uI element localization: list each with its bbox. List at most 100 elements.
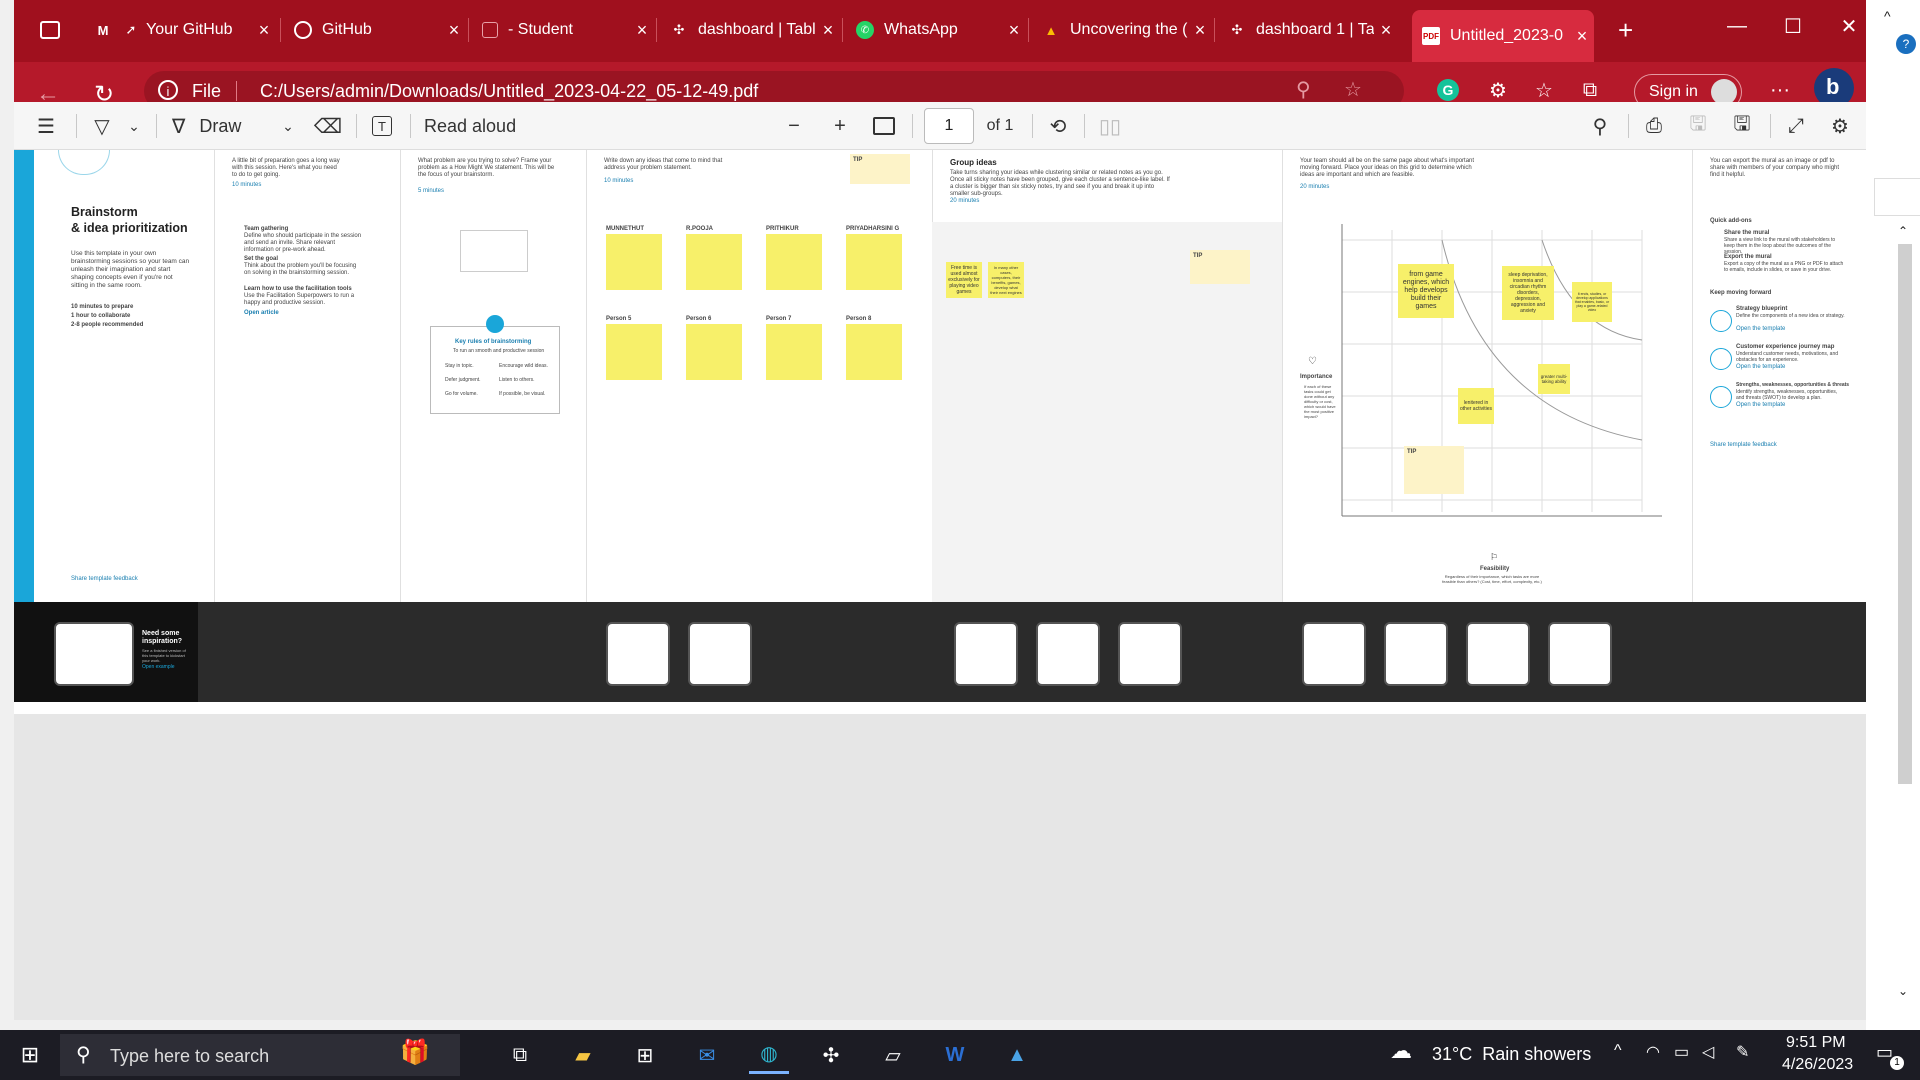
highlight-button[interactable]: ▽ — [84, 108, 120, 144]
example-thumbnail[interactable] — [54, 622, 134, 686]
word-icon: W — [945, 1043, 965, 1066]
feedback-link[interactable]: Share template feedback — [1710, 442, 1777, 449]
sticky-note: lenitered in other activities — [1458, 388, 1494, 424]
find-button[interactable]: ⚲ — [1582, 108, 1618, 144]
scroll-up-icon[interactable]: ⌃ — [1898, 224, 1912, 238]
next-title: Strengths, weaknesses, opportunities & t… — [1736, 382, 1850, 388]
erase-button[interactable]: ⌫ — [310, 108, 346, 144]
info-icon[interactable]: i — [158, 80, 178, 100]
clock-time[interactable]: 9:51 PM — [1786, 1034, 1846, 1052]
page-total-label: of 1 — [986, 117, 1014, 134]
open-article-link[interactable]: Open article — [244, 310, 279, 317]
zoom-out-button[interactable]: − — [776, 108, 812, 144]
inspiration-text: See a finished version of this template … — [142, 648, 186, 663]
gmail-icon: M — [97, 22, 109, 38]
search-box[interactable]: ⚲ Type here to search 🎁 — [60, 1034, 460, 1076]
wifi-icon[interactable]: ◠ — [1646, 1042, 1660, 1062]
page-number-input[interactable]: 1 — [924, 108, 974, 144]
url-text[interactable]: C:/Users/admin/Downloads/Untitled_2023-0… — [260, 81, 758, 102]
open-template-link[interactable]: Open the template — [1736, 364, 1785, 371]
tab-whatsapp[interactable]: ✆ WhatsApp × — [846, 8, 1026, 52]
sticky-group — [606, 324, 662, 380]
scroll-down-icon[interactable]: ⌄ — [1898, 984, 1912, 998]
maximize-button[interactable]: ☐ — [1770, 10, 1816, 42]
step-text: Define who should participate in the ses… — [244, 233, 362, 253]
two-page-icon: ▯▯ — [1098, 115, 1121, 138]
tab-untitled-pdf[interactable]: PDF Untitled_2023-0 × — [1412, 10, 1594, 62]
clock-date[interactable]: 4/26/2023 — [1782, 1056, 1853, 1074]
sticky-note: It ends, studies, or develop application… — [1572, 282, 1612, 322]
new-tab-button[interactable]: + — [1610, 8, 1650, 52]
close-tab-icon[interactable]: × — [252, 20, 276, 41]
close-tab-icon[interactable]: × — [630, 20, 654, 41]
rule-item: Stay in topic. — [445, 363, 474, 369]
photos-button[interactable]: ▲ — [997, 1036, 1037, 1074]
tab-github[interactable]: GitHub × — [284, 8, 466, 52]
search-icon: ⚲ — [1592, 115, 1608, 138]
tab-uncovering[interactable]: ▲ Uncovering the ( × — [1032, 8, 1212, 52]
tab-label: GitHub — [322, 21, 372, 38]
minimize-button[interactable]: — — [1714, 10, 1760, 42]
volume-icon[interactable]: ◁ — [1702, 1042, 1714, 1062]
tab-student[interactable]: - Student × — [472, 8, 654, 52]
help-icon[interactable]: ? — [1896, 34, 1916, 54]
file-explorer-button[interactable]: ▰ — [563, 1036, 603, 1074]
tip-label: TIP — [1407, 449, 1417, 455]
draw-dropdown[interactable]: ⌄ — [276, 108, 300, 144]
define-problem-column: What problem are you trying to solve? Fr… — [400, 150, 587, 602]
tab-actions-button[interactable] — [28, 8, 72, 52]
feedback-link[interactable]: Share template feedback — [71, 576, 138, 583]
slack-icon: ✣ — [822, 1044, 840, 1067]
settings-button[interactable]: ⚙ — [1822, 108, 1858, 144]
sidebar-panel — [1874, 178, 1920, 216]
tab-your-github[interactable]: M ➚ Your GitHub × — [84, 8, 276, 52]
slack-button[interactable]: ✣ — [811, 1036, 851, 1074]
close-tab-icon[interactable]: × — [442, 20, 466, 41]
addon-text: Share a view link to the mural with stak… — [1724, 237, 1836, 255]
keep-moving-title: Keep moving forward — [1710, 290, 1772, 296]
sidebar-up-chevron[interactable]: ^ — [1884, 8, 1898, 28]
rotate-button[interactable]: ⟲ — [1040, 108, 1076, 144]
open-example-link[interactable]: Open example — [142, 664, 175, 671]
mail-button[interactable]: ✉ — [687, 1036, 727, 1074]
fit-page-button[interactable] — [866, 108, 902, 144]
start-button[interactable]: ⊞ — [10, 1036, 50, 1074]
draw-button[interactable]: ∇ Draw — [164, 108, 274, 144]
page-view-button[interactable]: ▯▯ — [1092, 108, 1128, 144]
save-button[interactable]: 🖫 — [1680, 108, 1716, 144]
pen-icon[interactable]: ✎ — [1736, 1042, 1749, 1062]
rule-item: If possible, be visual. — [499, 391, 546, 397]
close-tab-icon[interactable]: × — [1188, 20, 1212, 41]
weather-text[interactable]: 31°C Rain showers — [1432, 1044, 1591, 1065]
add-favorite-icon[interactable]: ☆ — [1344, 77, 1362, 102]
open-template-link[interactable]: Open the template — [1736, 402, 1785, 409]
contents-button[interactable]: ☰ — [28, 108, 64, 144]
close-tab-icon[interactable]: × — [816, 20, 840, 41]
prioritize-time: 20 minutes — [1300, 184, 1330, 190]
zoom-icon[interactable]: ⚲ — [1296, 77, 1311, 102]
close-tab-icon[interactable]: × — [1374, 20, 1398, 41]
scrollbar-thumb[interactable] — [1898, 244, 1912, 784]
open-template-link[interactable]: Open the template — [1736, 326, 1785, 333]
tray-chevron-icon[interactable]: ^ — [1614, 1042, 1622, 1060]
add-text-button[interactable]: T — [364, 108, 400, 144]
close-tab-icon[interactable]: × — [1002, 20, 1026, 41]
sticky-group — [846, 234, 902, 290]
zoom-in-button[interactable]: + — [822, 108, 858, 144]
close-tab-icon[interactable]: × — [1570, 26, 1594, 47]
read-aloud-button[interactable]: Read aloud — [424, 108, 534, 144]
save-as-button[interactable]: 🖫 — [1724, 108, 1760, 144]
word-button[interactable]: W — [935, 1036, 975, 1074]
print-button[interactable]: ⎙ — [1636, 108, 1672, 144]
fullscreen-button[interactable]: ⤢ — [1778, 108, 1814, 144]
more-icon: ··· — [1770, 78, 1790, 101]
step-thumbnail — [1118, 622, 1182, 686]
app-button[interactable]: ▱ — [873, 1036, 913, 1074]
edge-button[interactable]: ◍ — [749, 1036, 789, 1074]
store-button[interactable]: ⊞ — [625, 1036, 665, 1074]
tab-dashboard-1[interactable]: ✣ dashboard 1 | Ta × — [1218, 8, 1398, 52]
highlight-dropdown[interactable]: ⌄ — [122, 108, 146, 144]
tab-dashboard-tableau[interactable]: ✣ dashboard | Tabl × — [660, 8, 840, 52]
battery-icon[interactable]: ▭ — [1674, 1042, 1689, 1062]
task-view-button[interactable]: ⧉ — [500, 1036, 540, 1074]
